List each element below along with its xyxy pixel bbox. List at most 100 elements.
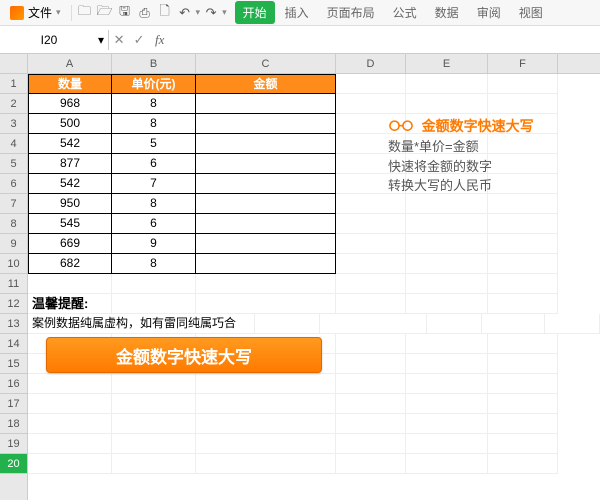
cell[interactable]: 542 xyxy=(28,174,112,194)
cell[interactable] xyxy=(196,114,336,134)
cell[interactable] xyxy=(196,414,336,434)
row-header[interactable]: 20 xyxy=(0,454,27,474)
cell[interactable] xyxy=(196,254,336,274)
row-header[interactable]: 8 xyxy=(0,214,27,234)
cell[interactable] xyxy=(336,254,406,274)
col-header[interactable]: C xyxy=(196,54,336,73)
col-header[interactable]: B xyxy=(112,54,196,73)
cell[interactable] xyxy=(336,274,406,294)
convert-amount-button[interactable]: 金额数字快速大写 xyxy=(46,337,322,373)
col-header[interactable]: F xyxy=(488,54,558,73)
col-header[interactable]: E xyxy=(406,54,488,73)
save-icon[interactable]: 🖫 xyxy=(116,4,134,22)
cell[interactable] xyxy=(406,194,488,214)
row-header[interactable]: 13 xyxy=(0,314,27,334)
row-header[interactable]: 14 xyxy=(0,334,27,354)
cell[interactable] xyxy=(112,274,196,294)
cell[interactable] xyxy=(255,314,320,334)
cell[interactable] xyxy=(406,254,488,274)
cell[interactable] xyxy=(406,214,488,234)
name-box[interactable] xyxy=(4,30,94,50)
cell[interactable] xyxy=(336,434,406,454)
select-all-corner[interactable] xyxy=(0,54,27,74)
cell[interactable]: 8 xyxy=(112,194,196,214)
tab-review[interactable]: 审阅 xyxy=(469,1,509,24)
cell[interactable] xyxy=(28,454,112,474)
cell[interactable] xyxy=(320,314,427,334)
cell[interactable] xyxy=(196,374,336,394)
cell[interactable] xyxy=(196,394,336,414)
cell[interactable]: 682 xyxy=(28,254,112,274)
col-header[interactable]: A xyxy=(28,54,112,73)
cell[interactable] xyxy=(28,394,112,414)
row-header[interactable]: 7 xyxy=(0,194,27,214)
cell[interactable] xyxy=(196,214,336,234)
row-header[interactable]: 10 xyxy=(0,254,27,274)
cell[interactable]: 500 xyxy=(28,114,112,134)
cell[interactable] xyxy=(488,194,558,214)
cell[interactable] xyxy=(406,414,488,434)
cell[interactable] xyxy=(112,454,196,474)
cell[interactable] xyxy=(488,334,558,354)
redo-icon[interactable]: ↷ xyxy=(202,4,220,22)
row-header[interactable]: 4 xyxy=(0,134,27,154)
cell[interactable] xyxy=(406,374,488,394)
cell[interactable] xyxy=(482,314,546,334)
cell[interactable] xyxy=(336,94,406,114)
cell[interactable] xyxy=(488,214,558,234)
cell[interactable] xyxy=(28,434,112,454)
cell[interactable] xyxy=(488,74,558,94)
cell[interactable] xyxy=(406,74,488,94)
tab-start[interactable]: 开始 xyxy=(235,1,275,24)
cell[interactable] xyxy=(196,194,336,214)
cell[interactable]: 8 xyxy=(112,254,196,274)
cell[interactable] xyxy=(488,274,558,294)
cell[interactable] xyxy=(196,134,336,154)
cell[interactable]: 案例数据纯属虚构，如有雷同纯属巧合 xyxy=(28,314,255,334)
cell[interactable] xyxy=(112,294,196,314)
cell[interactable] xyxy=(406,334,488,354)
cell[interactable] xyxy=(488,234,558,254)
cell[interactable]: 542 xyxy=(28,134,112,154)
tab-formula[interactable]: 公式 xyxy=(385,1,425,24)
fx-icon[interactable]: fx xyxy=(149,32,170,48)
cell[interactable]: 669 xyxy=(28,234,112,254)
cell[interactable] xyxy=(336,334,406,354)
row-header[interactable]: 1 xyxy=(0,74,27,94)
cell[interactable] xyxy=(196,174,336,194)
chevron-down-icon[interactable]: ▾ xyxy=(222,7,227,18)
tab-view[interactable]: 视图 xyxy=(511,1,551,24)
tab-data[interactable]: 数据 xyxy=(427,1,467,24)
row-header[interactable]: 18 xyxy=(0,414,27,434)
row-header[interactable]: 17 xyxy=(0,394,27,414)
cell[interactable] xyxy=(545,314,600,334)
cell[interactable] xyxy=(488,434,558,454)
cell[interactable] xyxy=(336,454,406,474)
cell[interactable] xyxy=(196,94,336,114)
row-header[interactable]: 15 xyxy=(0,354,27,374)
cell[interactable]: 7 xyxy=(112,174,196,194)
cell[interactable]: 温馨提醒: xyxy=(28,294,112,314)
cell[interactable] xyxy=(336,294,406,314)
chevron-down-icon[interactable]: ▾ xyxy=(196,7,201,18)
row-header[interactable]: 11 xyxy=(0,274,27,294)
cell[interactable] xyxy=(112,374,196,394)
cell[interactable]: 8 xyxy=(112,114,196,134)
cell[interactable] xyxy=(196,294,336,314)
cell[interactable]: 8 xyxy=(112,94,196,114)
cell[interactable] xyxy=(406,94,488,114)
cell[interactable]: 950 xyxy=(28,194,112,214)
cell[interactable] xyxy=(112,394,196,414)
row-header[interactable]: 2 xyxy=(0,94,27,114)
cell[interactable] xyxy=(488,294,558,314)
print-icon[interactable]: ⎙ xyxy=(136,4,154,22)
cell[interactable] xyxy=(28,274,112,294)
file-menu[interactable]: 文件 ▾ xyxy=(4,2,67,23)
cell[interactable] xyxy=(406,394,488,414)
cell[interactable]: 单价(元) xyxy=(112,74,196,94)
cell[interactable] xyxy=(28,414,112,434)
cell[interactable] xyxy=(336,354,406,374)
cell[interactable] xyxy=(336,194,406,214)
cell[interactable] xyxy=(28,374,112,394)
cell[interactable] xyxy=(336,214,406,234)
